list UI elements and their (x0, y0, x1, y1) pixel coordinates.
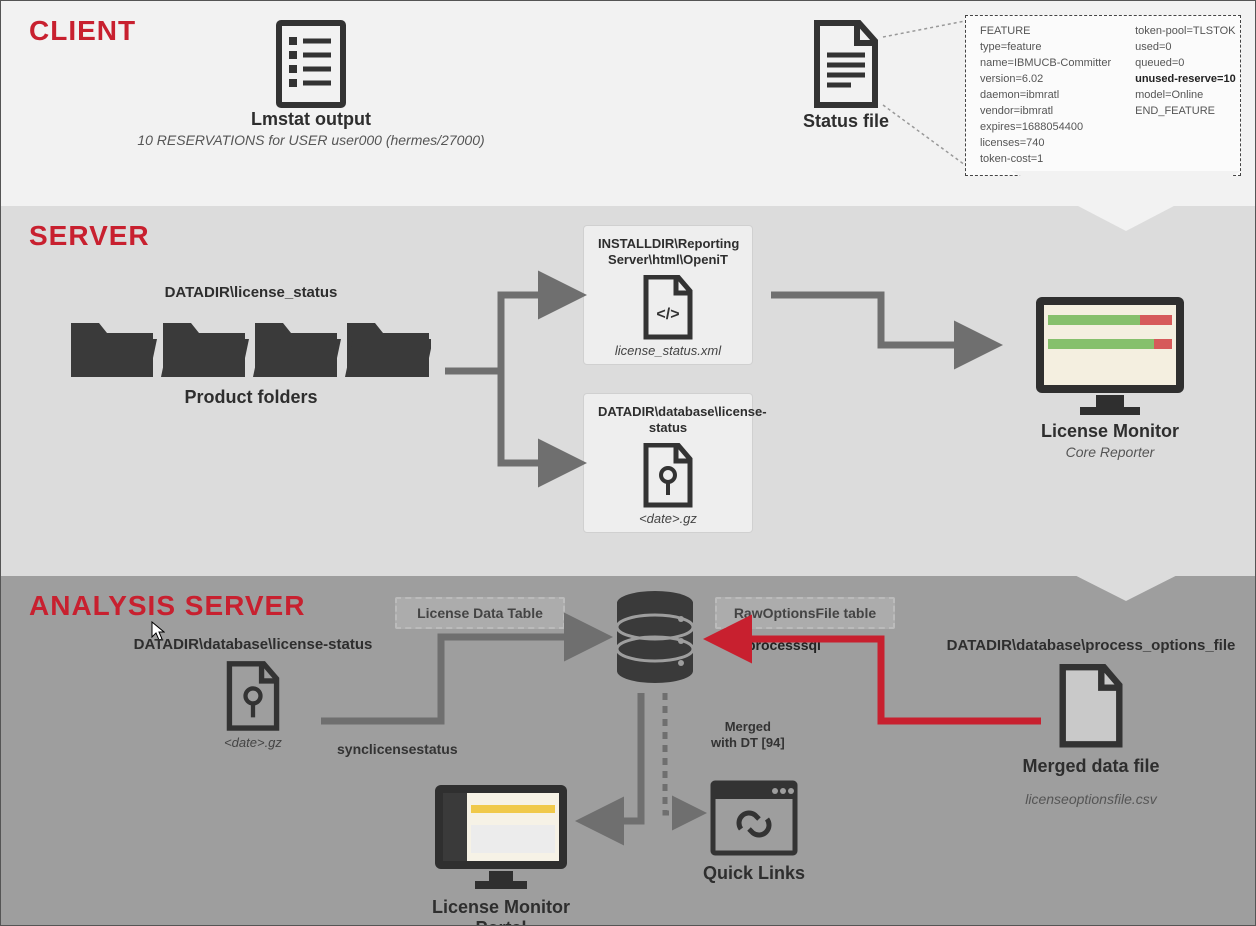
status-file-node: Status file (761, 19, 931, 132)
status-col1: FEATURE type=feature name=IBMUCB-Committ… (980, 24, 1111, 167)
status-file-title: Status file (761, 111, 931, 132)
blank-doc-icon (1055, 664, 1127, 750)
lmstat-node: Lmstat output 10 RESERVATIONS for USER u… (121, 19, 501, 148)
status-col2: token-pool=TLSTOK used=0 queued=0 unused… (1135, 24, 1236, 167)
merged-file-node: DATADIR\database\process_options_file Me… (941, 637, 1241, 807)
gz-analysis-node: DATADIR\database\license-status <date>.g… (123, 636, 383, 750)
gz-file-server: <date>.gz (598, 511, 738, 526)
product-folders-node: DATADIR\license_status Product folders (61, 284, 441, 408)
code-doc-icon: </> (640, 275, 696, 341)
zip-doc-icon (223, 661, 283, 733)
license-monitor-node: License Monitor Core Reporter (1005, 291, 1215, 460)
database-icon (611, 589, 699, 689)
monitor-sub: Core Reporter (1005, 444, 1215, 460)
merged-path: DATADIR\database\process_options_file (941, 637, 1241, 654)
lmstat-sub: 10 RESERVATIONS for USER user000 (hermes… (121, 132, 501, 148)
merged-file-name: licenseoptionsfile.csv (941, 791, 1241, 807)
folders-title: Product folders (61, 387, 441, 408)
processsql-label: processsql (747, 637, 821, 653)
quick-links-node: Quick Links (689, 779, 819, 884)
zip-doc-icon (640, 443, 696, 509)
merged-title: Merged data file (941, 756, 1241, 777)
folders-path: DATADIR\license_status (61, 284, 441, 301)
svg-text:</>: </> (656, 306, 679, 323)
database-node (605, 589, 705, 689)
checklist-doc-icon (271, 19, 351, 109)
folders-row-icon (71, 309, 431, 381)
xml-path: INSTALLDIR\Reporting Server\html\OpeniT (598, 236, 738, 269)
gz-path-server: DATADIR\database\license-status (598, 404, 738, 437)
analysis-heading: ANALYSIS SERVER (29, 590, 305, 622)
gz-path-analysis: DATADIR\database\license-status (123, 636, 383, 653)
xml-card: INSTALLDIR\Reporting Server\html\OpeniT … (583, 225, 753, 365)
portal-node: License Monitor Portal (421, 781, 581, 926)
text-doc-icon (807, 19, 885, 111)
browser-link-icon (709, 779, 799, 857)
synclicensestatus-label: synclicensestatus (337, 741, 458, 757)
status-panel: FEATURE type=feature name=IBMUCB-Committ… (965, 15, 1241, 176)
xml-file: license_status.xml (598, 343, 738, 358)
lmstat-title: Lmstat output (121, 109, 501, 130)
gz-card-server: DATADIR\database\license-status <date>.g… (583, 393, 753, 533)
merged-dt-label: Merged with DT [94] (711, 719, 785, 750)
raw-options-file-box: RawOptionsFile table (715, 597, 895, 629)
monitor-icon (431, 781, 571, 893)
monitor-title: License Monitor (1005, 421, 1215, 442)
license-data-table-box: License Data Table (395, 597, 565, 629)
monitor-icon (1030, 291, 1190, 421)
server-heading: SERVER (29, 220, 150, 252)
quick-links-title: Quick Links (689, 863, 819, 884)
portal-title: License Monitor Portal (421, 897, 581, 926)
